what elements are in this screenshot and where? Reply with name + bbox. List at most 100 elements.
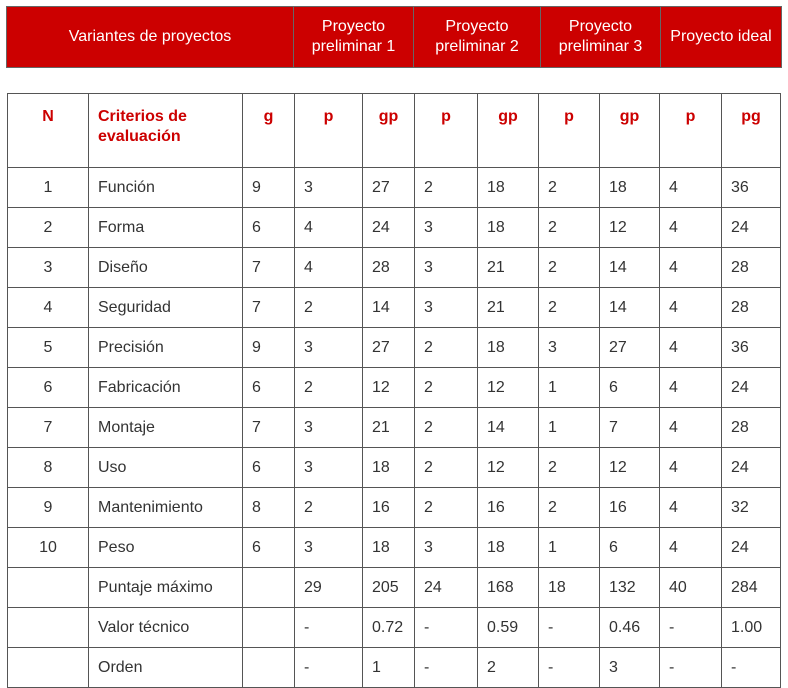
project-preliminary-1-header: Proyecto preliminar 1 [293,6,414,68]
table-row: 7 Montaje 7 3 21 2 14 1 7 4 28 [7,407,781,448]
cell-pg-ideal: - [721,647,781,688]
cell-criterion: Valor técnico [88,607,243,648]
evaluation-table: N Criterios de evaluación g p gp p gp p … [7,93,781,688]
cell-pg-ideal: 28 [721,247,781,288]
column-header-p1: p [294,93,363,168]
cell-g: 7 [242,287,295,328]
variants-label: Variantes de proyectos [6,6,294,68]
cell-pg-ideal: 284 [721,567,781,608]
cell-gp2: 18 [477,327,539,368]
cell-p2: - [414,607,478,648]
cell-gp1: 205 [362,567,415,608]
cell-gp1: 16 [362,487,415,528]
cell-pg-ideal: 1.00 [721,607,781,648]
cell-pg-ideal: 32 [721,487,781,528]
cell-p2: 2 [414,487,478,528]
table-row: 6 Fabricación 6 2 12 2 12 1 6 4 24 [7,367,781,408]
cell-g: 6 [242,207,295,248]
table-row: 8 Uso 6 3 18 2 12 2 12 4 24 [7,447,781,488]
cell-gp1: 18 [362,527,415,568]
cell-gp2: 21 [477,287,539,328]
cell-p3: 1 [538,407,600,448]
column-header-p2: p [414,93,478,168]
cell-p-ideal: 4 [659,407,722,448]
cell-g: 6 [242,527,295,568]
cell-gp3: 14 [599,287,660,328]
cell-gp3: 132 [599,567,660,608]
cell-p3: 1 [538,527,600,568]
cell-p2: 2 [414,407,478,448]
cell-gp1: 27 [362,167,415,208]
cell-gp1: 0.72 [362,607,415,648]
cell-p1: 2 [294,287,363,328]
cell-p2: 24 [414,567,478,608]
cell-criterion: Orden [88,647,243,688]
cell-n: 7 [7,407,89,448]
cell-gp2: 14 [477,407,539,448]
cell-gp2: 18 [477,167,539,208]
cell-n [7,647,89,688]
cell-gp3: 16 [599,487,660,528]
cell-gp3: 6 [599,527,660,568]
table-row: 5 Precisión 9 3 27 2 18 3 27 4 36 [7,327,781,368]
table-row: 10 Peso 6 3 18 3 18 1 6 4 24 [7,527,781,568]
project-preliminary-3-header: Proyecto preliminar 3 [540,6,661,68]
cell-n: 1 [7,167,89,208]
cell-criterion: Uso [88,447,243,488]
cell-pg-ideal: 28 [721,407,781,448]
cell-g [242,647,295,688]
cell-g: 6 [242,367,295,408]
cell-criterion: Mantenimiento [88,487,243,528]
cell-p3: 2 [538,167,600,208]
cell-p1: 2 [294,487,363,528]
cell-p1: 29 [294,567,363,608]
cell-g: 9 [242,327,295,368]
column-header-gp1: gp [362,93,415,168]
cell-criterion: Fabricación [88,367,243,408]
cell-gp1: 1 [362,647,415,688]
cell-p3: 3 [538,327,600,368]
cell-criterion: Peso [88,527,243,568]
table-row: 2 Forma 6 4 24 3 18 2 12 4 24 [7,207,781,248]
cell-gp1: 14 [362,287,415,328]
cell-gp1: 18 [362,447,415,488]
cell-g: 8 [242,487,295,528]
column-header-n: N [7,93,89,168]
cell-pg-ideal: 36 [721,167,781,208]
cell-p3: 2 [538,207,600,248]
cell-p-ideal: 4 [659,447,722,488]
cell-g: 6 [242,447,295,488]
cell-gp2: 168 [477,567,539,608]
cell-pg-ideal: 24 [721,527,781,568]
cell-p2: - [414,647,478,688]
cell-criterion: Precisión [88,327,243,368]
cell-criterion: Diseño [88,247,243,288]
cell-gp3: 0.46 [599,607,660,648]
cell-n: 4 [7,287,89,328]
cell-gp2: 0.59 [477,607,539,648]
project-preliminary-2-header: Proyecto preliminar 2 [413,6,541,68]
cell-p2: 2 [414,167,478,208]
cell-n: 9 [7,487,89,528]
column-header-row: N Criterios de evaluación g p gp p gp p … [7,93,781,168]
cell-p1: 3 [294,327,363,368]
cell-p3: - [538,647,600,688]
cell-p3: - [538,607,600,648]
cell-n: 5 [7,327,89,368]
cell-p3: 2 [538,447,600,488]
cell-gp1: 28 [362,247,415,288]
cell-p-ideal: 4 [659,527,722,568]
cell-pg-ideal: 24 [721,207,781,248]
table-row: 4 Seguridad 7 2 14 3 21 2 14 4 28 [7,287,781,328]
cell-g: 9 [242,167,295,208]
cell-gp2: 12 [477,447,539,488]
cell-p3: 2 [538,487,600,528]
table-row: Puntaje máximo 29 205 24 168 18 132 40 284 [7,567,781,608]
cell-gp3: 12 [599,207,660,248]
cell-gp3: 27 [599,327,660,368]
cell-p3: 18 [538,567,600,608]
column-header-gp2: gp [477,93,539,168]
cell-criterion: Montaje [88,407,243,448]
cell-gp3: 14 [599,247,660,288]
cell-gp2: 21 [477,247,539,288]
